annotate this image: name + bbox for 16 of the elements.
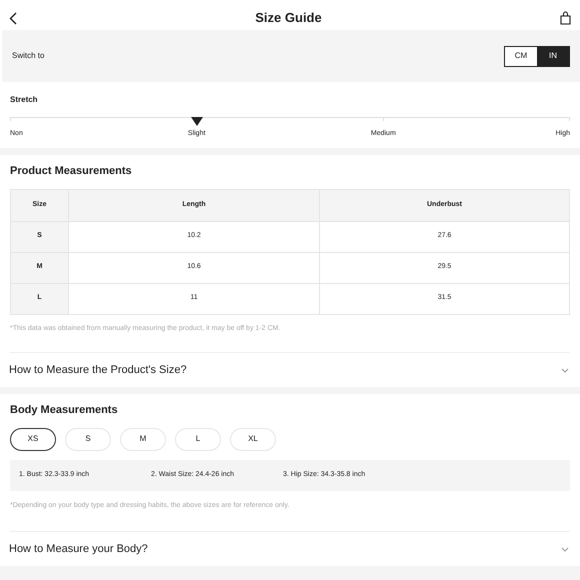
size-option[interactable]: XL xyxy=(230,428,276,450)
switch-label: Switch to xyxy=(12,50,44,62)
accordion-header[interactable]: How to Measure your Body? xyxy=(0,532,580,566)
back-icon[interactable] xyxy=(9,12,17,24)
page-title: Size Guide xyxy=(255,9,322,28)
shopping-bag-icon[interactable] xyxy=(560,11,571,25)
unit-toggle[interactable]: IN xyxy=(537,46,569,66)
size-option[interactable]: XS xyxy=(10,428,56,450)
section-title: Body Measurements xyxy=(10,403,119,418)
size-option[interactable]: L xyxy=(175,428,221,450)
accordion-header[interactable]: How to Measure the Product's Size? xyxy=(0,353,580,387)
stretch-title: Stretch xyxy=(10,94,39,106)
size-option[interactable]: M xyxy=(120,428,166,450)
size-option[interactable]: S xyxy=(65,428,111,450)
unit-toggle[interactable]: CM xyxy=(505,46,537,66)
section-title: Product Measurements xyxy=(10,164,133,179)
